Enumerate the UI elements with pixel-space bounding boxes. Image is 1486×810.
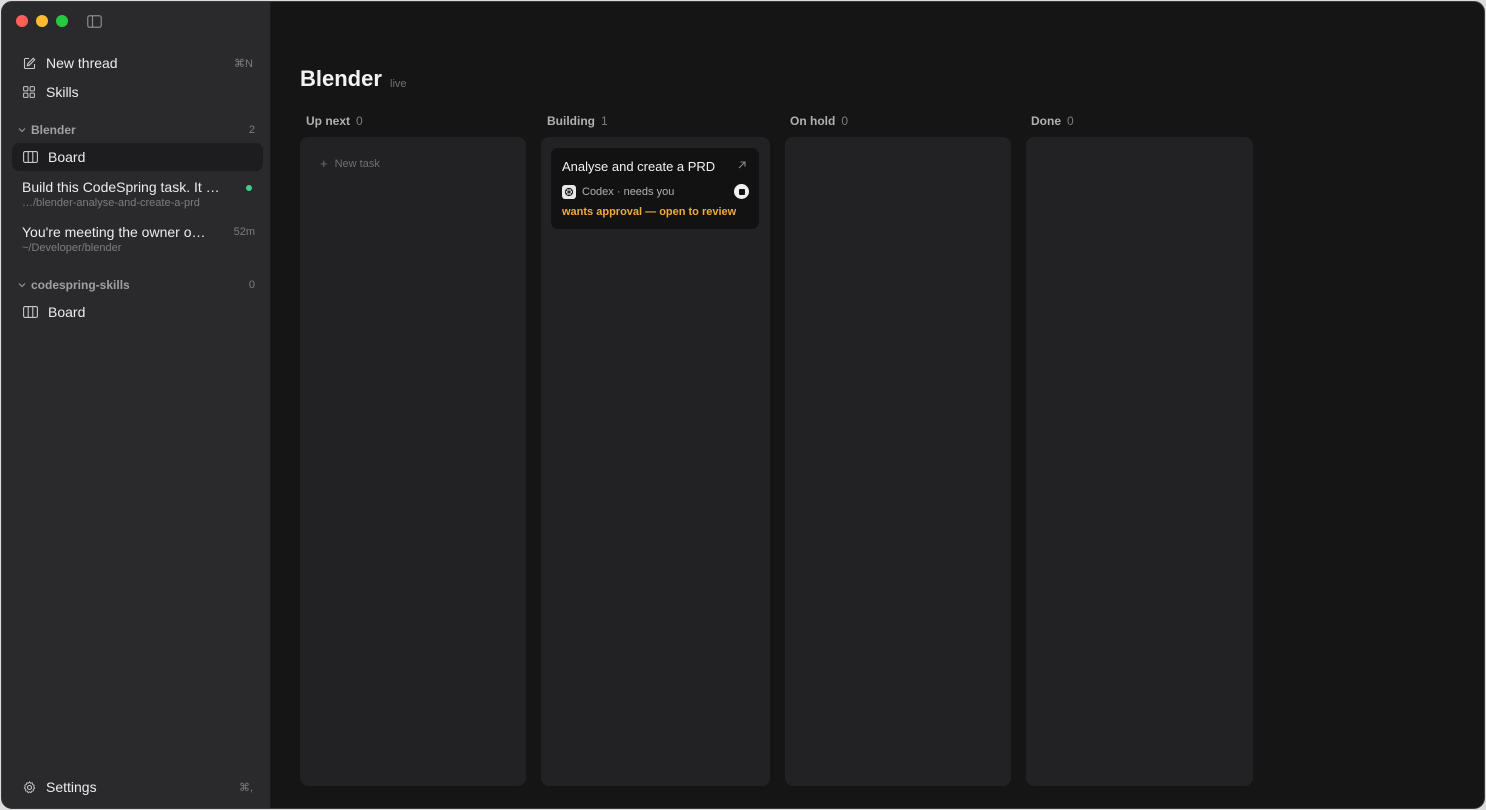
sidebar: New thread ⌘N Skills Blender 2 Board Bui… (2, 2, 271, 808)
zoom-window-button[interactable] (56, 15, 68, 27)
column-name: Done (1031, 114, 1061, 128)
column-header-up-next: Up next 0 (306, 114, 363, 128)
column-header-building: Building 1 (547, 114, 608, 128)
thread-path: …/blender-analyse-and-create-a-prd (22, 197, 200, 209)
skills-button[interactable]: Skills (12, 79, 263, 105)
grid-icon (22, 85, 36, 99)
column-done[interactable] (1026, 137, 1253, 786)
column-name: On hold (790, 114, 836, 128)
stop-button[interactable] (734, 184, 749, 199)
new-thread-shortcut: ⌘N (234, 57, 253, 70)
thread-title: Build this CodeSpring task. It is the fi… (22, 179, 222, 195)
board-label: Board (48, 304, 86, 320)
task-agent-label: Codex · needs you (582, 186, 675, 198)
live-badge: live (390, 78, 407, 90)
new-thread-button[interactable]: New thread ⌘N (12, 50, 263, 76)
board-icon (23, 150, 39, 164)
minimize-window-button[interactable] (36, 15, 48, 27)
column-building[interactable]: Analyse and create a PRD Codex · needs y… (541, 137, 770, 786)
open-external-icon[interactable] (737, 160, 747, 170)
column-count: 0 (841, 114, 849, 128)
group-name: codespring-skills (31, 278, 130, 292)
thread-path: ~/Developer/blender (22, 242, 122, 254)
app-window: New thread ⌘N Skills Blender 2 Board Bui… (1, 1, 1485, 809)
page-title: Blender (300, 66, 382, 91)
settings-label: Settings (46, 779, 97, 795)
thread-time: 52m (233, 226, 255, 238)
new-thread-label: New thread (46, 55, 118, 71)
thread-item[interactable]: Build this CodeSpring task. It is the fi… (22, 179, 255, 209)
skills-label: Skills (46, 84, 79, 100)
group-count: 2 (248, 124, 255, 136)
sidebar-toggle-icon[interactable] (87, 15, 102, 28)
thread-item[interactable]: You're meeting the owner of this project… (22, 224, 255, 254)
window-controls (16, 15, 68, 27)
column-name: Up next (306, 114, 351, 128)
approval-status-link[interactable]: wants approval — open to review (562, 206, 736, 218)
board-icon (23, 305, 39, 319)
stop-icon (738, 188, 745, 195)
chevron-down-icon (18, 282, 28, 288)
codex-logo-icon (562, 185, 576, 199)
running-status-dot (246, 185, 252, 191)
close-window-button[interactable] (16, 15, 28, 27)
chevron-down-icon (18, 127, 28, 133)
task-card[interactable]: Analyse and create a PRD Codex · needs y… (551, 148, 759, 229)
new-task-label: New task (334, 157, 380, 170)
settings-button[interactable]: Settings ⌘, (12, 774, 263, 800)
new-task-button[interactable]: + New task (320, 156, 380, 171)
column-header-on-hold: On hold 0 (790, 114, 848, 128)
column-name: Building (547, 114, 595, 128)
thread-title: You're meeting the owner of this project (22, 224, 207, 240)
board-main: Blender live Up next 0 Building 1 On hold 0… (272, 2, 1484, 808)
column-header-done: Done 0 (1031, 114, 1074, 128)
task-card-title: Analyse and create a PRD (562, 159, 716, 174)
plus-icon: + (320, 156, 328, 171)
column-count: 0 (356, 114, 363, 128)
settings-shortcut: ⌘, (238, 781, 253, 794)
task-agent-row: Codex · needs you (562, 185, 674, 199)
group-count: 0 (248, 279, 255, 291)
column-count: 0 (1067, 114, 1074, 128)
sidebar-item-board-blender[interactable]: Board (12, 143, 263, 171)
sidebar-item-board-codespring-skills[interactable]: Board (12, 298, 263, 326)
board-label: Board (48, 149, 86, 165)
compose-icon (22, 56, 36, 70)
group-header-blender[interactable]: Blender 2 (12, 120, 263, 140)
column-on-hold[interactable] (785, 137, 1011, 786)
group-name: Blender (31, 123, 76, 137)
group-header-codespring-skills[interactable]: codespring-skills 0 (12, 275, 263, 295)
column-count: 1 (601, 114, 608, 128)
column-up-next[interactable]: + New task (300, 137, 526, 786)
gear-icon (22, 780, 36, 794)
